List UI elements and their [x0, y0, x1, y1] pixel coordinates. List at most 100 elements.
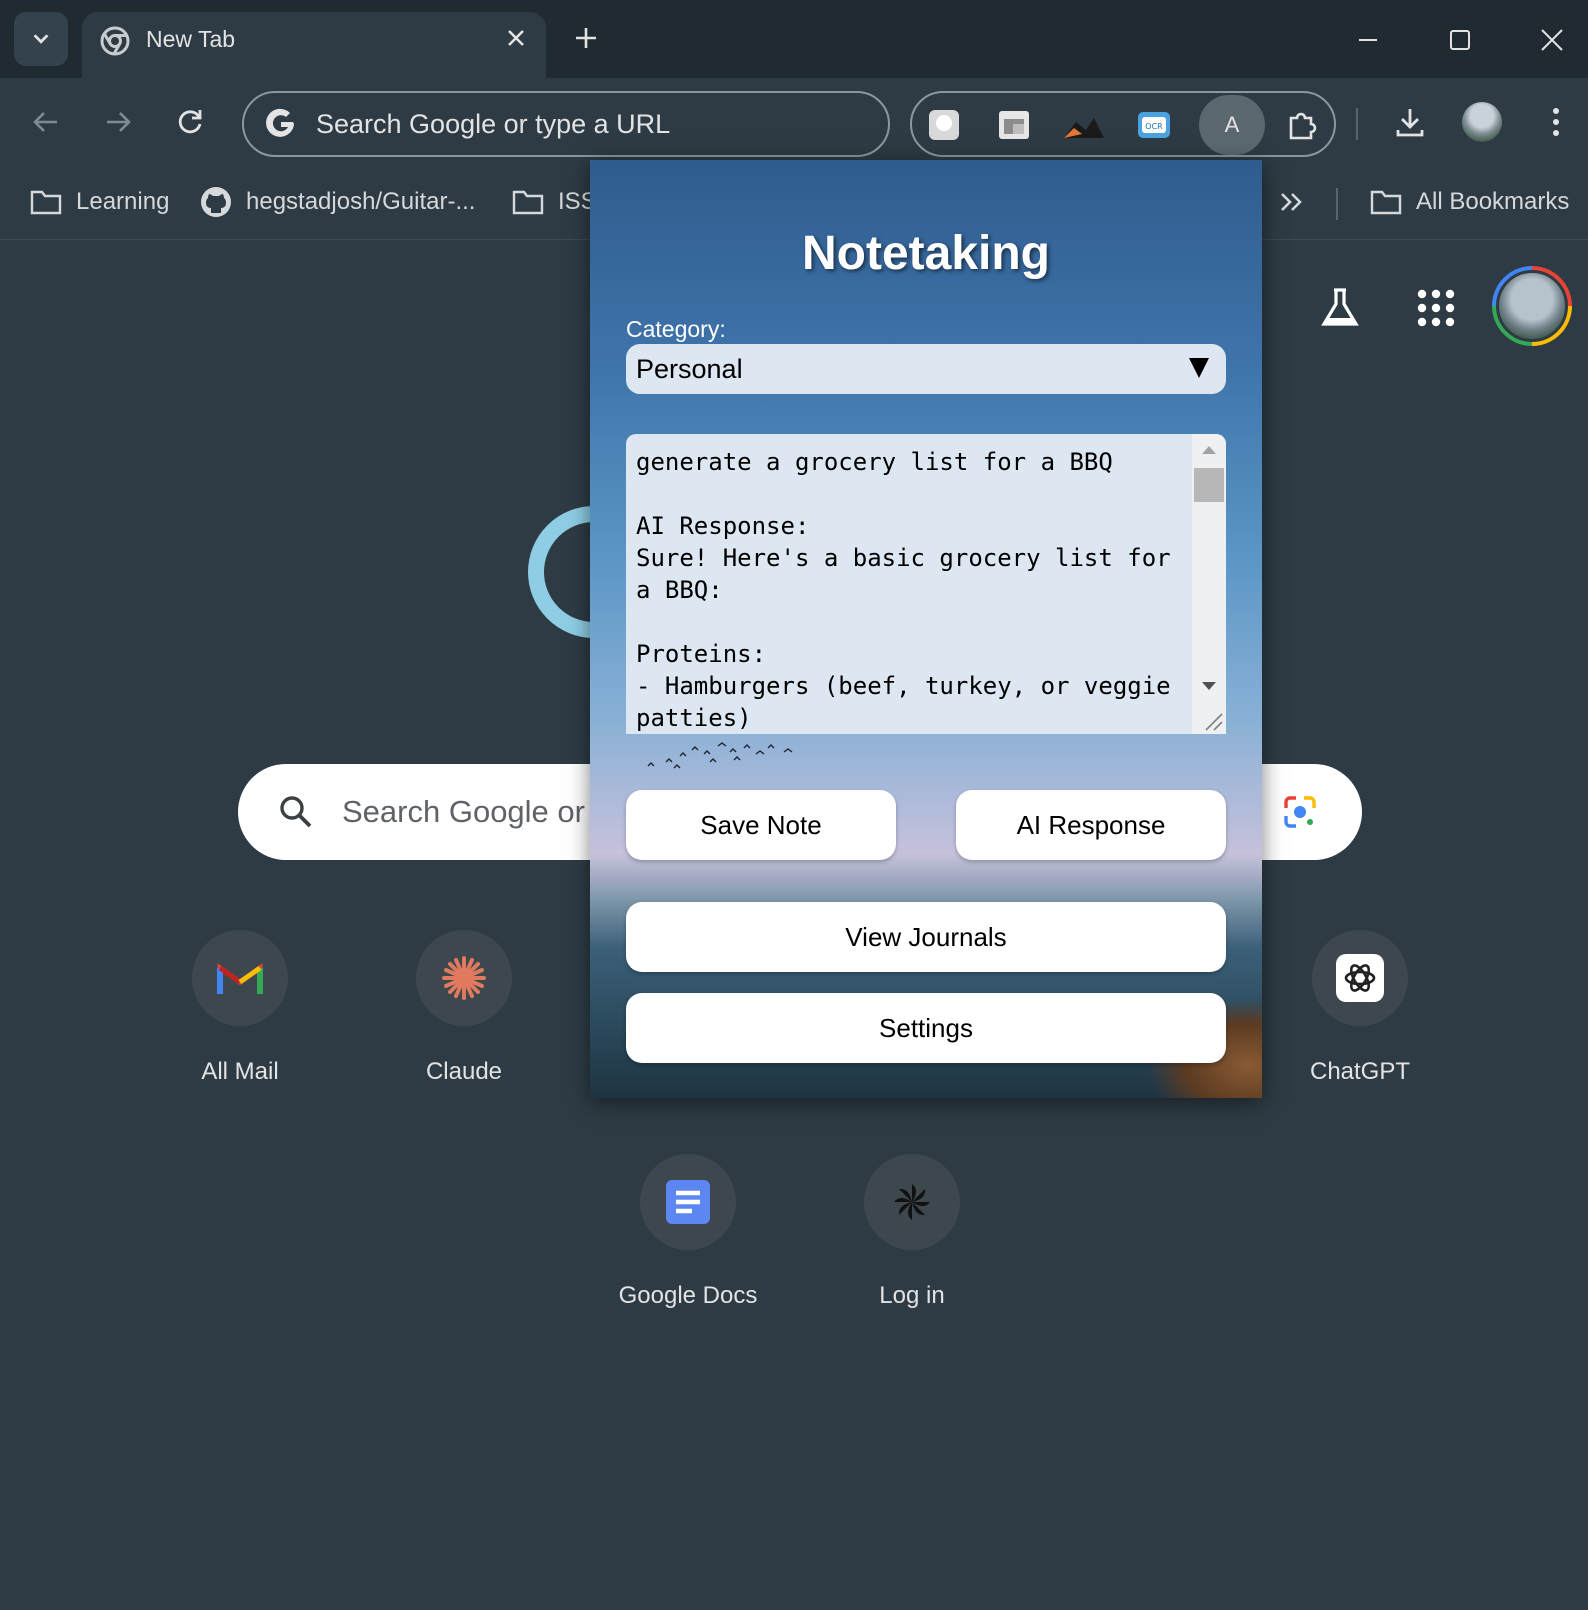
bookmarks-separator — [1336, 188, 1338, 220]
search-icon — [280, 796, 312, 828]
gmail-icon — [217, 963, 263, 994]
double-chevron-right-icon — [1281, 193, 1302, 211]
new-tab-button[interactable] — [566, 18, 606, 58]
shortcut-icon-bg — [192, 930, 288, 1026]
arrow-left-icon — [33, 112, 57, 132]
notetaking-popup: Notetaking Category: Personal generate a… — [590, 160, 1262, 1098]
close-icon — [508, 30, 524, 46]
note-textarea[interactable]: generate a grocery list for a BBQ AI Res… — [626, 434, 1226, 734]
bookmark-iss[interactable]: ISS — [512, 182, 597, 222]
close-window-button[interactable] — [1528, 16, 1576, 64]
arrow-right-icon — [107, 112, 131, 132]
category-label: Category: — [626, 316, 726, 342]
profile-button[interactable] — [1460, 100, 1504, 144]
shortcut-label: Google Docs — [618, 1282, 758, 1309]
google-apps-icon[interactable] — [1412, 284, 1460, 332]
note-scrollbar[interactable] — [1192, 434, 1226, 734]
popup-title: Notetaking — [801, 227, 1050, 280]
shortcut-icon-bg — [640, 1154, 736, 1250]
claude-icon — [442, 956, 486, 1000]
toolbar: Search Google or type a URL OCR A — [0, 78, 1588, 166]
tab-search-button[interactable] — [14, 12, 68, 66]
shortcut-all-mail[interactable]: All Mail — [150, 930, 330, 1130]
extension-2[interactable] — [994, 105, 1034, 145]
folder-icon — [30, 190, 62, 215]
extension-ghost-icon — [929, 110, 959, 140]
forward-button[interactable] — [96, 100, 140, 144]
scroll-up-icon — [1202, 446, 1216, 454]
download-icon — [1396, 109, 1424, 137]
tab-close-button[interactable] — [500, 22, 532, 54]
minimize-icon — [1359, 39, 1377, 41]
folder-icon — [1370, 190, 1402, 215]
extension-landscape-icon — [1064, 118, 1104, 138]
folder-icon — [512, 190, 544, 215]
shortcut-log-in[interactable]: Log in — [822, 1154, 1002, 1354]
bookmark-github[interactable]: hegstadjosh/Guitar-... — [200, 182, 475, 222]
omnibox-placeholder: Search Google or type a URL — [316, 109, 671, 139]
puzzle-icon — [1289, 112, 1317, 140]
save-note-button[interactable]: Save Note — [626, 790, 896, 860]
shortcut-label: ChatGPT — [1309, 1058, 1411, 1085]
google-docs-icon — [666, 1180, 710, 1224]
labs-flask-icon[interactable] — [1316, 284, 1364, 332]
shortcut-google-docs[interactable]: Google Docs — [598, 1154, 778, 1354]
tab-new-tab[interactable]: New Tab — [82, 12, 546, 78]
shortcut-claude[interactable]: Claude — [374, 930, 554, 1130]
extension-window-icon — [999, 111, 1029, 139]
google-account-avatar[interactable] — [1492, 266, 1572, 346]
bookmark-label: All Bookmarks — [1416, 188, 1570, 215]
avatar-image — [1496, 270, 1568, 342]
login-icon — [894, 1184, 930, 1220]
scrollbar-thumb[interactable] — [1194, 468, 1224, 502]
google-icon — [266, 108, 294, 137]
profile-avatar — [1462, 102, 1502, 142]
shortcut-label: All Mail — [201, 1058, 279, 1085]
view-journals-button[interactable]: View Journals — [626, 902, 1226, 972]
maximize-icon — [1450, 30, 1470, 50]
shortcut-icon-bg — [864, 1154, 960, 1250]
svg-text:OCR: OCR — [1145, 122, 1163, 131]
notetaking-extension-button[interactable]: A — [1199, 95, 1265, 155]
extensions-group: OCR A — [910, 91, 1336, 157]
birds-decoration — [647, 742, 793, 769]
omnibox[interactable]: Search Google or type a URL — [242, 91, 890, 157]
ntp-search-placeholder: Search Google or — [342, 794, 585, 829]
extension-ocr[interactable]: OCR — [1134, 105, 1174, 145]
chatgpt-icon — [1336, 954, 1384, 1002]
settings-button[interactable]: Settings — [626, 993, 1226, 1063]
note-text: generate a grocery list for a BBQ AI Res… — [636, 448, 1171, 732]
shortcut-chatgpt[interactable]: ChatGPT — [1270, 930, 1450, 1130]
ai-response-button[interactable]: AI Response — [956, 790, 1226, 860]
extensions-menu-button[interactable] — [1282, 105, 1322, 145]
tab-title: New Tab — [146, 26, 236, 52]
scroll-down-icon — [1202, 682, 1216, 690]
resize-grip-icon[interactable] — [1192, 702, 1226, 734]
extension-3[interactable] — [1064, 105, 1104, 145]
bookmark-label: hegstadjosh/Guitar-... — [246, 188, 476, 215]
category-selected-value: Personal — [636, 354, 743, 384]
bookmark-all-bookmarks[interactable]: All Bookmarks — [1370, 182, 1569, 222]
chevron-down-icon — [33, 34, 49, 44]
chrome-menu-button[interactable] — [1534, 100, 1578, 144]
reload-icon — [178, 110, 202, 134]
downloads-button[interactable] — [1388, 100, 1432, 144]
bookmarks-overflow-button[interactable] — [1278, 182, 1304, 222]
extension-letter: A — [1224, 112, 1240, 137]
bookmark-label: Learning — [76, 188, 170, 215]
shortcut-label: Log in — [879, 1282, 945, 1309]
github-icon — [201, 187, 231, 217]
tab-strip: New Tab — [0, 0, 1588, 78]
dropdown-arrow-icon — [1189, 358, 1209, 378]
reload-button[interactable] — [168, 100, 212, 144]
extension-1[interactable] — [924, 105, 964, 145]
minimize-button[interactable] — [1344, 16, 1392, 64]
chrome-icon — [100, 26, 130, 56]
plus-icon — [576, 28, 596, 48]
shortcut-label: Claude — [425, 1058, 503, 1085]
google-lens-icon[interactable] — [1280, 792, 1320, 832]
back-button[interactable] — [24, 100, 68, 144]
bookmark-learning[interactable]: Learning — [30, 182, 169, 222]
category-select[interactable]: Personal — [626, 344, 1226, 394]
maximize-button[interactable] — [1436, 16, 1484, 64]
